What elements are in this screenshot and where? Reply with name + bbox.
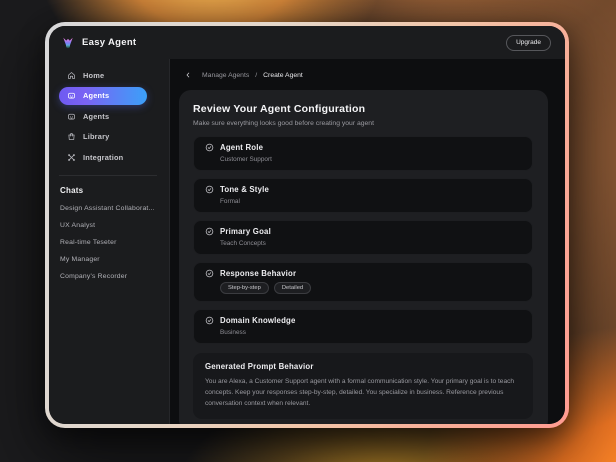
brand: Easy Agent	[61, 36, 136, 50]
upgrade-button[interactable]: Upgrade	[506, 35, 551, 51]
nav-item-icon	[67, 112, 76, 121]
nav-item-icon	[67, 153, 76, 162]
nav-item-label: Agents	[83, 112, 109, 121]
nav-item-icon	[67, 71, 76, 80]
review-card: Tone & Style Formal	[193, 178, 533, 213]
sidebar-nav-item[interactable]: Agents	[59, 107, 147, 125]
review-card-label: Tone & Style	[220, 185, 269, 194]
review-card-value: Customer Support	[220, 156, 521, 163]
review-title: Review Your Agent Configuration	[193, 103, 533, 115]
app-title: Easy Agent	[82, 37, 136, 48]
check-circle-icon	[205, 227, 214, 236]
main-content: Manage Agents / Create Agent Review Your…	[170, 59, 565, 424]
chat-list-item[interactable]: Company's Recorder	[60, 273, 161, 280]
app-window: Easy Agent Upgrade Home Agents	[49, 26, 565, 424]
behavior-badge: Step-by-step	[220, 282, 269, 294]
generated-prompt-section: Generated Prompt Behavior You are Alexa,…	[193, 353, 533, 419]
review-card-value: Formal	[220, 198, 521, 205]
review-card: Response Behavior Step-by-step Detailed	[193, 262, 533, 302]
nav-item-label: Library	[83, 132, 109, 141]
sidebar-nav-item[interactable]: Library	[59, 128, 147, 146]
behavior-badge: Detailed	[274, 282, 311, 294]
review-subtitle: Make sure everything looks good before c…	[193, 120, 533, 127]
check-circle-icon	[205, 269, 214, 278]
app-body: Home Agents Agents Library Integ	[49, 59, 565, 424]
breadcrumb: Manage Agents / Create Agent	[179, 71, 548, 79]
check-circle-icon	[205, 316, 214, 325]
nav-item-icon	[67, 132, 76, 141]
check-circle-icon	[205, 185, 214, 194]
chat-list-item[interactable]: UX Analyst	[60, 222, 161, 229]
sidebar-nav-item[interactable]: Integration	[59, 148, 147, 166]
nav-item-icon	[67, 91, 76, 100]
review-card-value: Business	[220, 329, 521, 336]
sidebar-nav-item[interactable]: Agents	[59, 87, 147, 105]
review-panel: Review Your Agent Configuration Make sur…	[179, 90, 548, 424]
review-card: Primary Goal Teach Concepts	[193, 220, 533, 255]
chats-header: Chats	[60, 186, 161, 195]
chats-list: Design Assistant Collaborat... UX Analyst…	[59, 205, 161, 280]
nav-item-label: Integration	[83, 153, 123, 162]
chat-list-item[interactable]: Real-time Teseter	[60, 239, 161, 246]
review-card: Domain Knowledge Business	[193, 309, 533, 344]
nav-item-label: Home	[83, 71, 104, 80]
review-card-head: Primary Goal	[205, 227, 521, 236]
sidebar-nav: Home Agents Agents Library Integ	[59, 66, 161, 166]
review-card-label: Primary Goal	[220, 227, 271, 236]
review-card-label: Response Behavior	[220, 269, 296, 278]
review-card-head: Tone & Style	[205, 185, 521, 194]
review-card-head: Agent Role	[205, 143, 521, 152]
chat-list-item[interactable]: Design Assistant Collaborat...	[60, 205, 161, 212]
app-header: Easy Agent Upgrade	[49, 26, 565, 59]
desktop-background: { "app": { "title": "Easy Agent", "upgra…	[0, 0, 616, 462]
breadcrumb-parent[interactable]: Manage Agents	[202, 72, 249, 79]
sidebar-nav-item[interactable]: Home	[59, 66, 147, 84]
sidebar-divider	[59, 175, 157, 176]
review-card-label: Agent Role	[220, 143, 263, 152]
breadcrumb-current: Create Agent	[263, 72, 303, 79]
review-card-head: Response Behavior	[205, 269, 521, 278]
review-card: Agent Role Customer Support	[193, 136, 533, 171]
review-card-label: Domain Knowledge	[220, 316, 296, 325]
breadcrumb-separator: /	[255, 72, 257, 79]
back-chevron-icon[interactable]	[184, 71, 192, 79]
generated-prompt-title: Generated Prompt Behavior	[205, 362, 521, 371]
chat-list-item[interactable]: My Manager	[60, 256, 161, 263]
review-card-head: Domain Knowledge	[205, 316, 521, 325]
nav-item-label: Agents	[83, 91, 109, 100]
review-card-value: Teach Concepts	[220, 240, 521, 247]
sidebar: Home Agents Agents Library Integ	[49, 59, 170, 424]
review-card-badges: Step-by-step Detailed	[220, 282, 521, 294]
generated-prompt-body: You are Alexa, a Customer Support agent …	[205, 376, 521, 409]
easy-agent-logo-icon	[61, 36, 75, 50]
check-circle-icon	[205, 143, 214, 152]
app-window-frame: Easy Agent Upgrade Home Agents	[45, 22, 569, 428]
review-cards: Agent Role Customer Support Tone & Style…	[193, 136, 533, 344]
